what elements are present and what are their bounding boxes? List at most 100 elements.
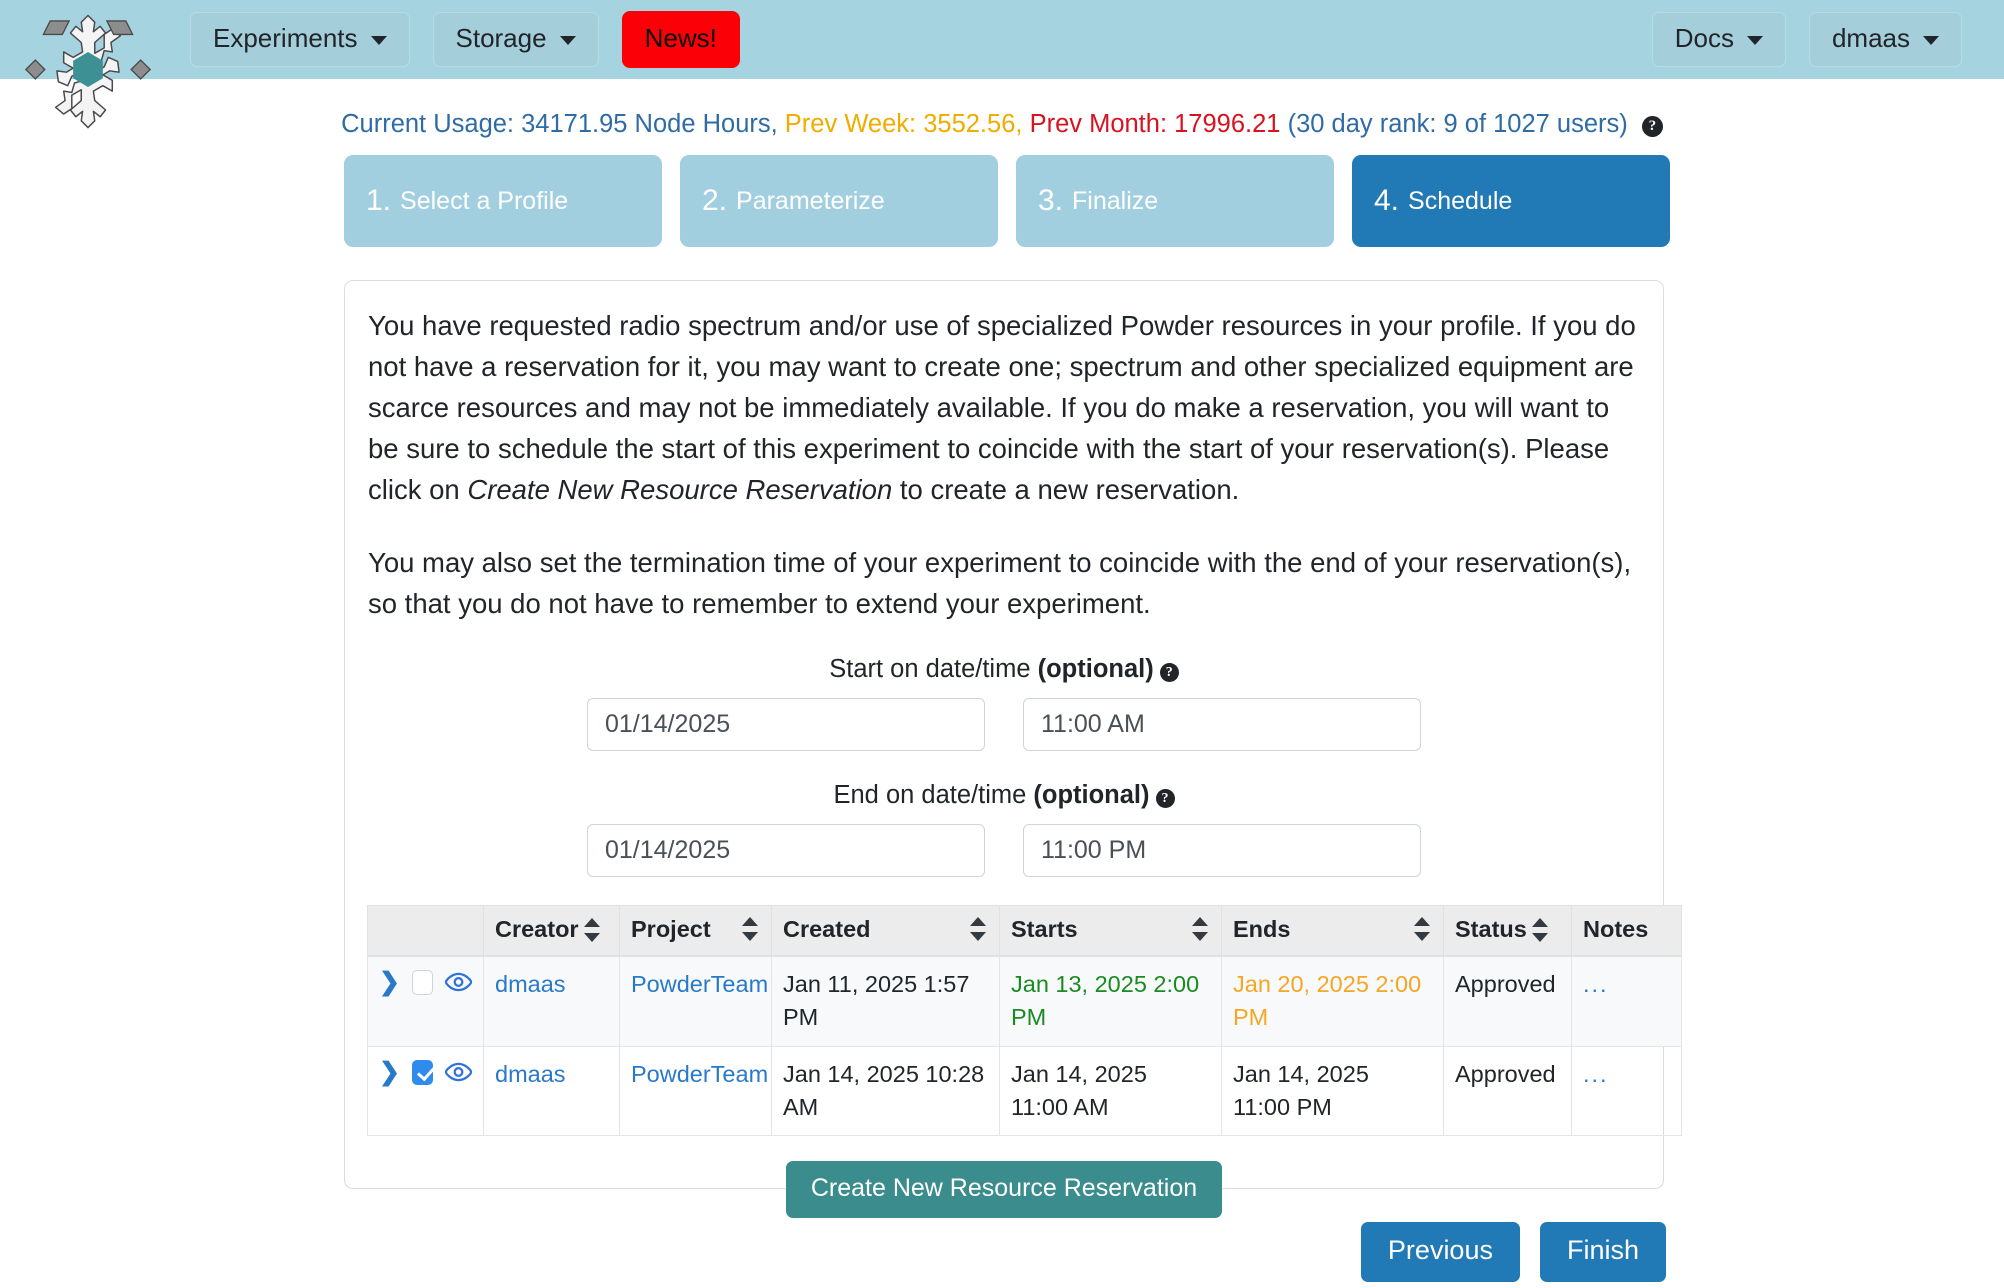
sort-icon [742,916,758,942]
nav-storage-button[interactable]: Storage [432,12,599,67]
row-select-checkbox[interactable] [411,1059,433,1085]
project-link[interactable]: PowderTeam [631,1061,768,1087]
nav-docs-label: Docs [1674,23,1734,54]
start-datetime-label: Start on date/time (optional)? [345,655,1663,684]
row-controls: ❯ [379,1058,472,1085]
previous-button[interactable]: Previous [1360,1222,1520,1282]
start-time-input[interactable] [1023,697,1421,751]
th-project[interactable]: Project [619,904,772,957]
cell-ends: Jan 14, 2025 11:00 PM [1221,1045,1444,1137]
step-label: Finalize [1072,186,1159,215]
chevron-down-icon [559,35,576,45]
cell-notes: ... [1571,1045,1682,1137]
cell-project: PowderTeam [619,1045,772,1137]
nav-user-menu-button[interactable]: dmaas [1808,12,1962,67]
view-details-eye-icon[interactable] [445,972,472,992]
cell-creator: dmaas [483,1045,620,1137]
cell-notes: ... [1571,955,1682,1047]
notes-ellipsis[interactable]: ... [1583,1061,1609,1087]
wizard-steps: 1. Select a Profile 2. Parameterize 3. F… [344,155,1670,247]
sort-icon [970,916,986,942]
cell-starts: Jan 14, 2025 11:00 AM [999,1045,1222,1137]
step-schedule[interactable]: 4. Schedule [1352,155,1670,247]
table-row: ❯ dmaas PowderTea [367,1045,1682,1137]
cell-ends: Jan 20, 2025 2:00 PM [1221,955,1444,1047]
end-datetime-label: End on date/time (optional)? [345,781,1663,810]
step-number: 4. [1374,184,1400,217]
th-created[interactable]: Created [771,904,1000,957]
nav-experiments-label: Experiments [213,23,358,54]
row-controls-cell: ❯ [367,1045,484,1137]
nav-docs-button[interactable]: Docs [1651,12,1786,67]
cell-created: Jan 11, 2025 1:57 PM [771,955,1000,1047]
chevron-down-icon [1923,35,1939,45]
th-project-label: Project [631,915,711,942]
chevron-down-icon [370,35,387,45]
usage-current: Current Usage: 34171.95 Node Hours, [341,110,778,138]
th-starts[interactable]: Starts [999,904,1222,957]
project-link[interactable]: PowderTeam [631,971,768,997]
step-select-a-profile[interactable]: 1. Select a Profile [344,155,662,247]
step-parameterize[interactable]: 2. Parameterize [680,155,998,247]
cell-status: Approved [1443,1045,1572,1137]
cell-created: Jan 14, 2025 10:28 AM [771,1045,1000,1137]
usage-prev-month: Prev Month: 17996.21 [1029,110,1281,138]
cell-status: Approved [1443,955,1572,1047]
step-label: Schedule [1408,186,1513,215]
end-label-optional: (optional) [1033,780,1150,809]
create-new-resource-reservation-button[interactable]: Create New Resource Reservation [785,1161,1223,1219]
usage-summary: Current Usage: 34171.95 Node Hours, Prev… [0,110,2004,139]
cell-starts: Jan 13, 2025 2:00 PM [999,955,1222,1047]
end-datetime-row [345,823,1663,877]
row-select-checkbox[interactable] [411,969,433,995]
end-date-input[interactable] [587,823,985,877]
th-status[interactable]: Status [1443,904,1572,957]
th-ends[interactable]: Ends [1221,904,1444,957]
notes-ellipsis[interactable]: ... [1583,971,1609,997]
step-label: Select a Profile [400,186,569,215]
creator-link[interactable]: dmaas [495,971,566,997]
help-icon[interactable]: ? [1155,788,1175,808]
end-time-input[interactable] [1023,823,1421,877]
th-ends-label: Ends [1233,915,1291,942]
step-number: 2. [702,184,728,217]
table-body: ❯ dmaas PowderTeam Jan 11, 2025 1:57 PM … [367,955,1682,1137]
step-finalize[interactable]: 3. Finalize [1016,155,1334,247]
navbar-right-group: Docs dmaas [1651,12,2004,67]
th-controls [367,904,484,957]
help-icon[interactable]: ? [1159,662,1179,682]
th-creator[interactable]: Creator [483,904,620,957]
th-notes-label: Notes [1583,915,1649,942]
th-creator-label: Creator [495,915,579,942]
nav-experiments-button[interactable]: Experiments [190,12,410,67]
th-created-label: Created [783,915,871,942]
usage-rank: (30 day rank: 9 of 1027 users) [1287,110,1628,138]
intro-p1-emphasis: Create New Resource Reservation [467,473,893,505]
wizard-footer: Previous Finish [0,1222,2004,1282]
step-number: 3. [1038,184,1064,217]
create-reservation-wrapper: Create New Resource Reservation [345,1161,1663,1219]
intro-p1-part-b: to create a new reservation. [892,473,1240,505]
step-label: Parameterize [736,186,885,215]
view-details-eye-icon[interactable] [445,1062,472,1082]
cell-creator: dmaas [483,955,620,1047]
sort-icon [1414,916,1430,942]
nav-news-button[interactable]: News! [621,11,740,68]
usage-prev-week: Prev Week: 3552.56, [784,110,1023,138]
page-root: Experiments Storage News! Docs dmaas Cur… [0,0,2004,1288]
table-head: Creator Project Created Starts Ends Stat… [367,904,1682,957]
creator-link[interactable]: dmaas [495,1061,566,1087]
row-controls-cell: ❯ [367,955,484,1047]
top-navbar: Experiments Storage News! Docs dmaas [0,0,2004,79]
expand-row-icon[interactable]: ❯ [379,1059,400,1085]
nav-user-label: dmaas [1831,23,1910,54]
finish-button[interactable]: Finish [1539,1222,1666,1282]
expand-row-icon[interactable]: ❯ [379,969,400,995]
start-date-input[interactable] [587,697,985,751]
reservations-table-wrapper: Creator Project Created Starts Ends Stat… [367,904,1682,1137]
end-label-text: End on date/time [833,780,1034,809]
schedule-card: You have requested radio spectrum and/or… [344,280,1682,1219]
start-datetime-row [345,697,1663,751]
step-number: 1. [366,184,392,217]
help-icon[interactable]: ? [1641,116,1663,137]
